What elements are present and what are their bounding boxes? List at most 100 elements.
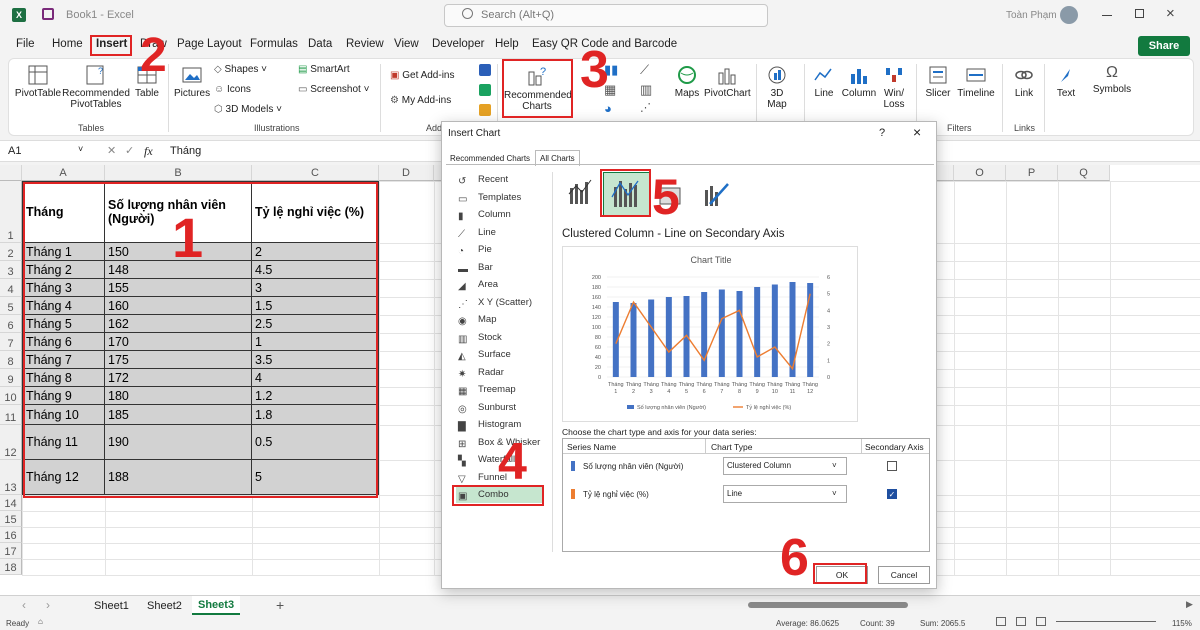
- chart-type-histogram[interactable]: ▇ Histogram: [456, 417, 544, 433]
- view-page-layout-icon[interactable]: [1016, 617, 1026, 626]
- menu-formulas[interactable]: Formulas: [250, 38, 298, 50]
- stat-chart-icon[interactable]: ▥: [640, 82, 652, 98]
- zoom-slider[interactable]: [1056, 621, 1156, 622]
- icons-button[interactable]: ☺ Icons: [214, 84, 251, 95]
- recommended-pivottables-button[interactable]: ? Recommended PivotTables: [62, 64, 130, 110]
- chart-type-map[interactable]: ◉ Map: [456, 312, 544, 328]
- row-header-9[interactable]: 9: [0, 369, 22, 387]
- dialog-close-icon[interactable]: ×: [913, 124, 921, 140]
- shapes-button[interactable]: ◇ Shapes ˅: [214, 64, 267, 75]
- series-1-secondary-checkbox[interactable]: [887, 461, 897, 471]
- chart-type-line[interactable]: ⟋ Line: [456, 225, 544, 241]
- chart-type-radar[interactable]: ✷ Radar: [456, 365, 544, 381]
- series-2-secondary-checkbox[interactable]: ✓: [887, 489, 897, 499]
- chart-type-bar[interactable]: ▬ Bar: [456, 260, 544, 276]
- get-addins-button[interactable]: ▣ Get Add-ins: [390, 70, 455, 81]
- cancel-button[interactable]: Cancel: [878, 566, 930, 584]
- horizontal-scrollbar[interactable]: [748, 602, 908, 608]
- row-header-12[interactable]: 12: [0, 425, 22, 460]
- menu-page-layout[interactable]: Page Layout: [177, 38, 242, 50]
- save-icon[interactable]: [42, 8, 54, 20]
- sparkline-column-button[interactable]: Column: [840, 64, 878, 99]
- column-header-q[interactable]: Q: [1058, 165, 1110, 181]
- name-box-dropdown-icon[interactable]: ˅: [78, 144, 83, 154]
- formula-input[interactable]: Tháng: [170, 145, 201, 157]
- visio-icon[interactable]: [479, 64, 491, 76]
- bing-icon[interactable]: [479, 84, 491, 96]
- row-header-2[interactable]: 2: [0, 243, 22, 261]
- sheet-tab-1[interactable]: Sheet1: [94, 600, 129, 612]
- chart-type-recent[interactable]: ↺ Recent: [456, 172, 544, 188]
- sparkline-winloss-button[interactable]: Win/ Loss: [880, 64, 908, 110]
- column-header-b[interactable]: B: [105, 165, 252, 181]
- slicer-button[interactable]: Slicer: [922, 64, 954, 99]
- sheet-tab-3[interactable]: Sheet3: [192, 596, 241, 615]
- screenshot-button[interactable]: ▭ Screenshot ˅: [298, 84, 369, 95]
- select-all-corner[interactable]: [0, 165, 22, 181]
- pivotchart-button[interactable]: PivotChart: [704, 64, 751, 99]
- row-header-4[interactable]: 4: [0, 279, 22, 297]
- scroll-left-icon[interactable]: ‹: [22, 598, 26, 612]
- maps-button[interactable]: Maps: [672, 64, 702, 99]
- close-icon[interactable]: ×: [1166, 5, 1175, 22]
- line-chart-icon[interactable]: ⟋: [640, 62, 649, 78]
- tab-recommended-charts[interactable]: Recommended Charts: [450, 154, 530, 163]
- menu-review[interactable]: Review: [346, 38, 384, 50]
- text-button[interactable]: Text: [1052, 64, 1080, 99]
- search-input[interactable]: Search (Alt+Q): [444, 4, 768, 27]
- cancel-entry-icon[interactable]: ✕: [107, 144, 116, 157]
- smartart-button[interactable]: ▤ SmartArt: [298, 64, 350, 75]
- pie-chart-icon[interactable]: ◕: [604, 101, 612, 116]
- pictures-button[interactable]: Pictures: [174, 64, 210, 99]
- zoom-level[interactable]: 115%: [1172, 619, 1192, 628]
- add-sheet-icon[interactable]: +: [276, 597, 284, 613]
- chart-type-treemap[interactable]: ▦ Treemap: [456, 382, 544, 398]
- help-icon[interactable]: ?: [879, 127, 885, 139]
- function-icon[interactable]: fx: [144, 144, 153, 159]
- people-icon[interactable]: [479, 104, 491, 116]
- chart-type-stock[interactable]: ▥ Stock: [456, 330, 544, 346]
- row-header-13[interactable]: 13: [0, 460, 22, 495]
- symbols-button[interactable]: Ω Symbols: [1090, 64, 1134, 95]
- row-header-1[interactable]: 1: [0, 181, 22, 243]
- name-box[interactable]: A1: [8, 145, 88, 157]
- 3d-map-button[interactable]: 3D Map: [762, 64, 792, 110]
- restore-icon[interactable]: [1135, 9, 1144, 18]
- chart-type-pie[interactable]: ◔ Pie: [456, 242, 544, 258]
- row-header-18[interactable]: 18: [0, 559, 22, 575]
- column-header-a[interactable]: A: [22, 165, 105, 181]
- column-header-p[interactable]: P: [1006, 165, 1058, 181]
- view-page-break-icon[interactable]: [1036, 617, 1046, 626]
- row-header-7[interactable]: 7: [0, 333, 22, 351]
- 3d-models-button[interactable]: ⬡ 3D Models ˅: [214, 104, 282, 115]
- menu-developer[interactable]: Developer: [432, 38, 484, 50]
- row-header-10[interactable]: 10: [0, 387, 22, 405]
- sheet-tab-2[interactable]: Sheet2: [147, 600, 182, 612]
- scatter-chart-icon[interactable]: ⋰: [640, 101, 651, 114]
- chart-preview-frame[interactable]: Chart Title 0 20 40 60 80 100 120 140 160 180 200 0 1…: [562, 246, 858, 422]
- column-header-c[interactable]: C: [252, 165, 379, 181]
- row-header-15[interactable]: 15: [0, 511, 22, 527]
- chart-type-column[interactable]: ▮ Column: [456, 207, 544, 223]
- chart-type-x-y-scatter-[interactable]: ⋰ X Y (Scatter): [456, 295, 544, 311]
- confirm-entry-icon[interactable]: ✓: [125, 144, 134, 157]
- chart-type-sunburst[interactable]: ◎ Sunburst: [456, 400, 544, 416]
- pivottable-button[interactable]: PivotTable: [14, 64, 62, 99]
- row-header-14[interactable]: 14: [0, 495, 22, 511]
- series-2-chart-type-select[interactable]: Line ˅: [723, 485, 847, 503]
- scroll-right-icon[interactable]: ›: [46, 598, 50, 612]
- avatar[interactable]: [1060, 6, 1078, 24]
- row-header-11[interactable]: 11: [0, 405, 22, 425]
- row-header-16[interactable]: 16: [0, 527, 22, 543]
- chart-type-surface[interactable]: ◭ Surface: [456, 347, 544, 363]
- minimize-icon[interactable]: [1102, 15, 1112, 16]
- sparkline-line-button[interactable]: Line: [810, 64, 838, 99]
- row-header-3[interactable]: 3: [0, 261, 22, 279]
- share-button[interactable]: Share: [1138, 36, 1190, 56]
- row-header-6[interactable]: 6: [0, 315, 22, 333]
- menu-help[interactable]: Help: [495, 38, 519, 50]
- series-1-chart-type-select[interactable]: Clustered Column ˅: [723, 457, 847, 475]
- menu-view[interactable]: View: [394, 38, 419, 50]
- my-addins-button[interactable]: ⚙ My Add-ins: [390, 95, 451, 106]
- row-header-17[interactable]: 17: [0, 543, 22, 559]
